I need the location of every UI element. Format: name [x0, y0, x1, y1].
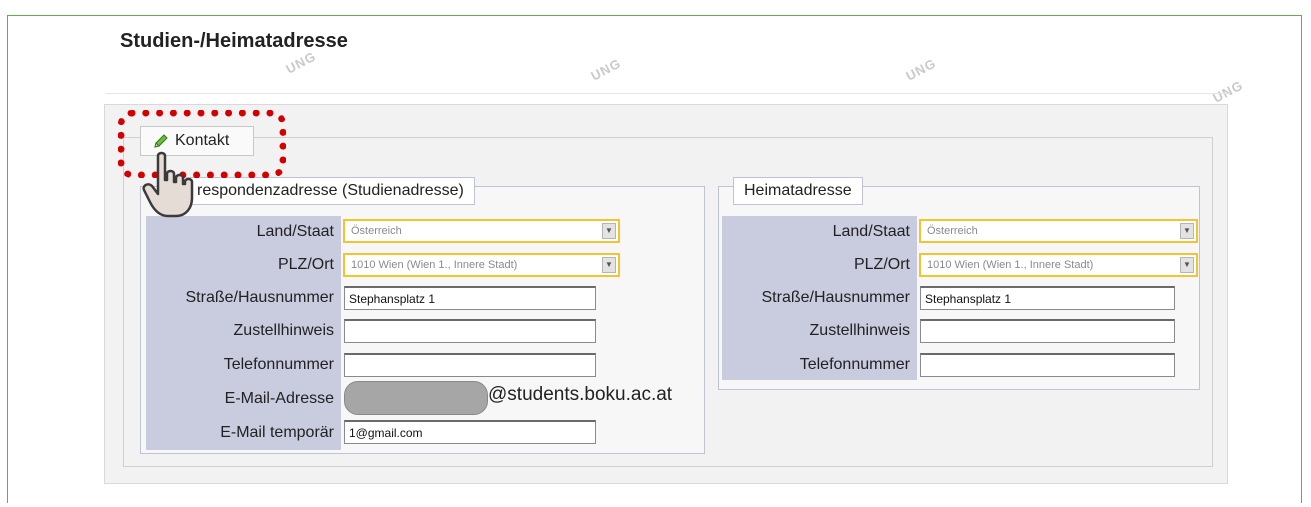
home-phone-label: Telefonnummer — [799, 356, 910, 373]
study-plz-value: 1010 Wien (Wien 1., Innere Stadt) — [351, 259, 518, 271]
study-email-label: E-Mail-Adresse — [224, 390, 334, 407]
study-plz-label: PLZ/Ort — [277, 256, 334, 273]
home-street-label: Straße/Hausnummer — [761, 289, 911, 306]
study-phone-input[interactable] — [344, 353, 596, 377]
study-delivery-label: Zustellhinweis — [233, 322, 334, 339]
study-temp-email-label: E-Mail temporär — [220, 424, 334, 441]
email-username-redacted — [344, 381, 488, 415]
home-plz-select[interactable]: 1010 Wien (Wien 1., Innere Stadt) ▼ — [919, 253, 1198, 277]
title-divider — [106, 93, 1230, 94]
study-plz-select[interactable]: 1010 Wien (Wien 1., Innere Stadt) ▼ — [343, 253, 620, 277]
home-plz-value: 1010 Wien (Wien 1., Innere Stadt) — [927, 259, 1094, 271]
study-phone-label: Telefonnummer — [223, 356, 334, 373]
chevron-down-icon[interactable]: ▼ — [602, 257, 616, 273]
home-phone-input[interactable] — [920, 353, 1175, 377]
study-land-value: Österreich — [351, 225, 402, 237]
chevron-down-icon[interactable]: ▼ — [1180, 257, 1194, 273]
study-land-select[interactable]: Österreich ▼ — [343, 219, 620, 243]
home-delivery-input[interactable] — [920, 319, 1175, 343]
study-temp-email-input[interactable]: 1@gmail.com — [344, 420, 596, 444]
section-title: Studien-/Heimatadresse — [120, 30, 348, 52]
email-domain: @students.boku.ac.at — [488, 384, 673, 405]
study-land-label: Land/Staat — [256, 223, 334, 240]
study-street-input[interactable]: Stephansplatz 1 — [344, 286, 596, 310]
home-land-label: Land/Staat — [832, 223, 910, 240]
hand-cursor-icon — [142, 151, 194, 218]
home-street-input[interactable]: Stephansplatz 1 — [920, 286, 1175, 310]
home-plz-label: PLZ/Ort — [853, 256, 910, 273]
chevron-down-icon[interactable]: ▼ — [602, 223, 616, 239]
chevron-down-icon[interactable]: ▼ — [1180, 223, 1194, 239]
home-delivery-label: Zustellhinweis — [809, 322, 910, 339]
home-address-legend: Heimatadresse — [733, 177, 863, 205]
study-street-label: Straße/Hausnummer — [185, 289, 335, 306]
home-land-value: Österreich — [927, 225, 978, 237]
study-delivery-input[interactable] — [344, 319, 596, 343]
home-land-select[interactable]: Österreich ▼ — [919, 219, 1198, 243]
study-address-legend: respondenzadresse (Studienadresse) — [186, 177, 475, 205]
